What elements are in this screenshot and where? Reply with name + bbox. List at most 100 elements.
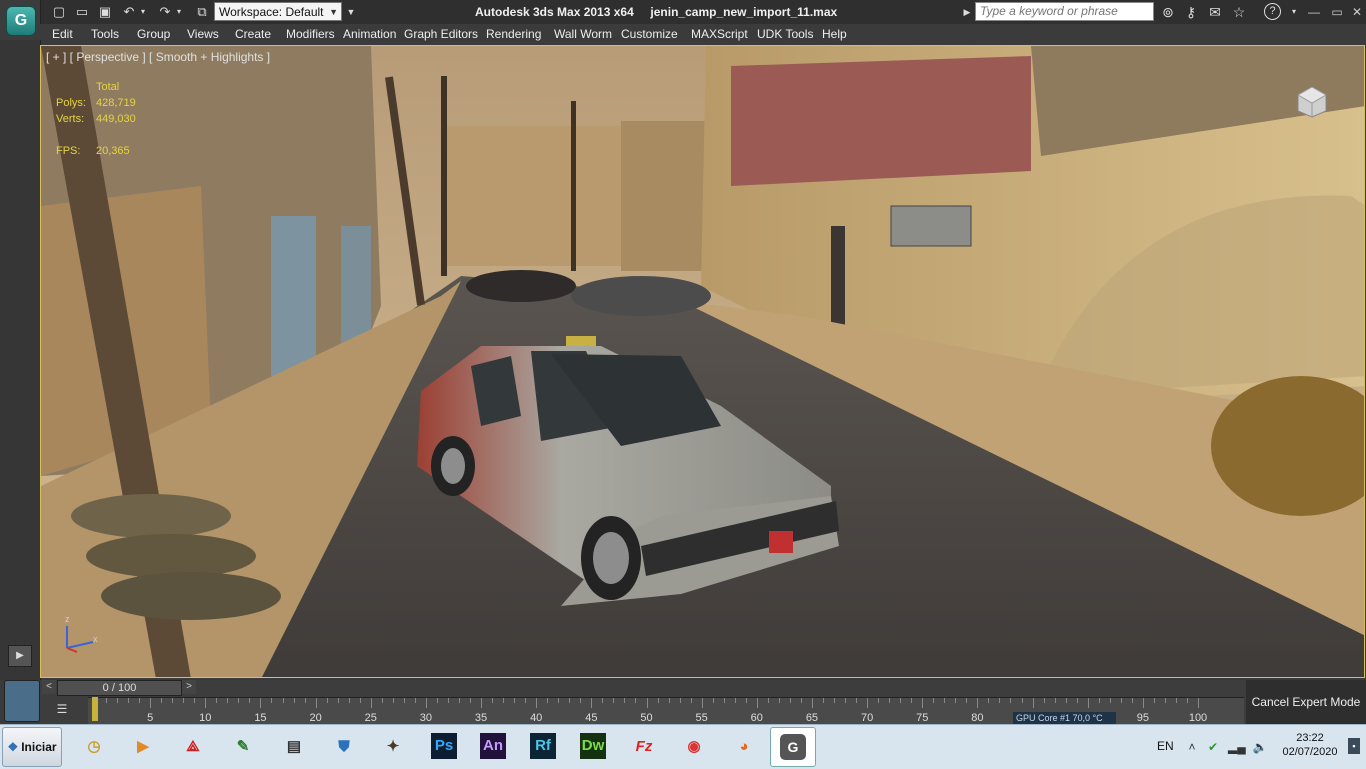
taskbar-app-chrome-icon[interactable]: ◉	[672, 727, 716, 765]
save-icon[interactable]: ▣	[96, 3, 114, 21]
search-input[interactable]	[975, 2, 1154, 21]
timeline-tick	[690, 698, 692, 703]
redo-dropdown-icon[interactable]: ▾	[174, 3, 184, 21]
taskbar-app-ps[interactable]: Ps	[422, 727, 466, 765]
taskbar-app-notes-icon[interactable]: ✎	[221, 727, 265, 765]
menu-item-edit[interactable]: Edit	[52, 27, 73, 41]
taskbar-app-media-player-icon[interactable]: ▶	[121, 727, 165, 765]
timeline-tick	[800, 698, 802, 703]
volume-icon[interactable]: 🔈	[1252, 739, 1268, 755]
viewcube-icon[interactable]	[1294, 83, 1330, 119]
taskbar-app-monitor-icon[interactable]: ▤	[272, 727, 316, 765]
timeline-tick	[1142, 698, 1144, 708]
minimize-icon[interactable]: —	[1303, 4, 1325, 20]
timeline-tick	[1153, 698, 1155, 703]
viewport-label[interactable]: [ + ] [ Perspective ] [ Smooth + Highlig…	[46, 50, 270, 64]
axis-x-label: x	[93, 634, 98, 644]
gpu-core-readout: GPU Core #1 70,0 °C	[1013, 712, 1116, 724]
taskbar-app-dw[interactable]: Dw	[571, 727, 615, 765]
timeline-tick-label: 40	[530, 712, 543, 724]
timeline-tick	[238, 698, 240, 703]
timeline-tick	[547, 698, 549, 703]
timeline-tick-label: 25	[364, 712, 377, 724]
menu-item-help[interactable]: Help	[822, 27, 847, 41]
taskbar-app-rifle-icon[interactable]: ✦	[371, 727, 415, 765]
mini-curve-editor-icon[interactable]: ☰	[52, 702, 72, 720]
binoculars-icon[interactable]: ⊚	[1159, 3, 1177, 21]
window-title: Autodesk 3ds Max 2013 x64 jenin_camp_new…	[475, 5, 837, 19]
close-icon[interactable]: ✕	[1346, 4, 1366, 20]
photoshop-icon: Ps	[431, 733, 457, 759]
help-icon[interactable]: ?	[1264, 3, 1281, 20]
undo-icon[interactable]: ↶	[120, 3, 138, 21]
app-menu-button[interactable]: G	[0, 0, 41, 40]
menu-item-maxscript[interactable]: MAXScript	[691, 27, 748, 41]
file-name: jenin_camp_new_import_11.max	[650, 5, 838, 19]
menu-item-rendering[interactable]: Rendering	[486, 27, 541, 41]
play-animation-button[interactable]: ▶	[8, 645, 32, 667]
sync-icon[interactable]: ✔	[1205, 739, 1221, 755]
wrecked-car	[466, 270, 576, 302]
taskbar-app-windows-security-icon[interactable]: ⛊	[322, 727, 366, 765]
taskbar-app-clock-icon[interactable]: ◷	[72, 727, 116, 765]
time-slider-prev-icon[interactable]: <	[42, 680, 56, 694]
workspace-dropdown[interactable]: Workspace: Default ▼	[214, 2, 342, 21]
new-file-icon[interactable]: ▢	[50, 3, 68, 21]
quick-access-dropdown-icon[interactable]: ▼	[344, 3, 358, 21]
taskbar-app-3dsmax[interactable]: G	[770, 727, 816, 767]
timeline-tick-label: 80	[971, 712, 984, 724]
help-dropdown-icon[interactable]: ▾	[1285, 3, 1303, 21]
timeline-tick	[900, 698, 902, 703]
dreamweaver-icon: Dw	[580, 733, 606, 759]
taskbar-app-filezilla-icon[interactable]: Fz	[622, 727, 666, 765]
menu-item-graph-editors[interactable]: Graph Editors	[404, 27, 478, 41]
timeline-tick	[558, 698, 560, 703]
maxscript-listener-icon[interactable]	[4, 680, 40, 722]
project-folder-icon[interactable]: ⧉	[193, 3, 211, 21]
network-signal-icon[interactable]: ▂▄	[1228, 739, 1246, 755]
maximize-icon[interactable]: ▭	[1326, 4, 1348, 20]
timeline-tick	[701, 698, 703, 708]
redo-icon[interactable]: ↷	[156, 3, 174, 21]
undo-dropdown-icon[interactable]: ▾	[138, 3, 148, 21]
menu-item-tools[interactable]: Tools	[91, 27, 119, 41]
utility-pole	[571, 101, 576, 271]
perspective-viewport[interactable]: z x	[40, 45, 1365, 678]
communication-center-icon[interactable]: ✉	[1206, 3, 1224, 21]
timeline-tick	[999, 698, 1001, 703]
menu-item-create[interactable]: Create	[235, 27, 271, 41]
menu-item-modifiers[interactable]: Modifiers	[286, 27, 335, 41]
taskbar-app-firefox-icon[interactable]: ◕	[722, 727, 766, 765]
chevron-right-icon[interactable]: ▶	[962, 3, 972, 21]
menu-item-group[interactable]: Group	[137, 27, 170, 41]
timeline-tick	[337, 698, 339, 703]
timeline-tick	[150, 698, 152, 708]
cancel-expert-mode-button[interactable]: Cancel Expert Mode	[1246, 680, 1366, 724]
menu-item-wall-worm[interactable]: Wall Worm	[554, 27, 612, 41]
left-toolbar-strip	[0, 40, 41, 680]
chevron-down-icon: ▼	[329, 7, 338, 17]
menu-item-animation[interactable]: Animation	[343, 27, 396, 41]
taskbar-app-an[interactable]: An	[471, 727, 515, 765]
timeline-tick	[205, 698, 207, 708]
timeline-tick	[447, 698, 449, 703]
show-hidden-icons-icon[interactable]: ˄	[1184, 739, 1200, 755]
menu-item-udk-tools[interactable]: UDK Tools	[757, 27, 813, 41]
time-slider-next-icon[interactable]: >	[182, 680, 196, 694]
garage-door	[271, 216, 316, 376]
timeline-tick-label: 75	[916, 712, 929, 724]
language-indicator[interactable]: EN	[1157, 739, 1174, 753]
menu-item-views[interactable]: Views	[187, 27, 219, 41]
clock[interactable]: 23:22 02/07/2020	[1280, 731, 1340, 759]
star-icon[interactable]: ☆	[1230, 3, 1248, 21]
start-button[interactable]: ❖ Iniciar	[2, 727, 62, 767]
menu-item-customize[interactable]: Customize	[621, 27, 678, 41]
timeline-tick	[481, 698, 483, 708]
open-folder-icon[interactable]: ▭	[73, 3, 91, 21]
time-slider[interactable]: 0 / 100	[57, 680, 182, 696]
taskbar-app-rf[interactable]: Rf	[521, 727, 565, 765]
current-frame-marker[interactable]	[92, 697, 98, 721]
taskbar-app-acrobat-icon[interactable]: ⟁	[171, 727, 215, 765]
key-icon[interactable]: ⚷	[1182, 3, 1200, 21]
notifications-icon[interactable]: ▪	[1348, 738, 1360, 754]
